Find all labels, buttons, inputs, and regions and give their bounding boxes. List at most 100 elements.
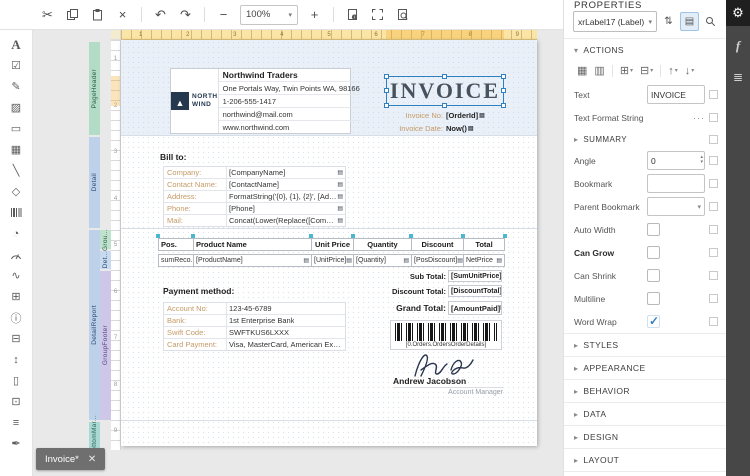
toolbox-sparkline-tool[interactable]: ∿ (3, 266, 29, 285)
multiline-checkbox[interactable] (647, 292, 660, 305)
categorized-view-button[interactable]: ▤ (680, 12, 699, 31)
property-marker-checkbox[interactable] (709, 271, 718, 280)
band-detail[interactable]: Detail (89, 137, 100, 228)
toolbox-pagebreak-tool[interactable]: ⊟ (3, 329, 29, 348)
report-explorer-button[interactable]: ≣ (726, 66, 750, 88)
copy-button[interactable] (61, 3, 84, 26)
toolbox-line-tool[interactable]: ╲ (3, 161, 29, 180)
delete-button[interactable]: × (111, 3, 134, 26)
toolbox-crossbandbox-tool[interactable]: ▯ (3, 371, 29, 390)
property-marker-checkbox[interactable] (709, 135, 718, 144)
search-properties-button[interactable] (701, 12, 720, 31)
resize-handle[interactable] (384, 88, 389, 93)
field-row[interactable]: Card Payment:Visa, MasterCard, American … (164, 339, 345, 350)
items-detail-row[interactable]: sumReco...▤ [ProductName]▤ [UnitPrice]▤ … (158, 254, 505, 267)
invoice-number-row[interactable]: Invoice No: [OrderId]▤ (383, 110, 503, 121)
sort-properties-button[interactable]: ⇅ (659, 12, 678, 31)
section-navigation[interactable]: ▸NAVIGATION (564, 471, 726, 476)
resize-handle[interactable] (501, 103, 506, 108)
invoice-title-label-selected[interactable]: INVOICE (386, 76, 504, 106)
toolbox-richtext-tool[interactable]: ✎ (3, 77, 29, 96)
toolbox-picturebox-tool[interactable]: ▨ (3, 98, 29, 117)
bill-to-table[interactable]: Company:[CompanyName]▤ Contact Name:[Con… (163, 166, 346, 227)
invoice-date-row[interactable]: Invoice Date: Now()▤ (383, 123, 503, 134)
align-horizontal-button[interactable]: ⊞▾ (617, 63, 636, 78)
field-row[interactable]: Contact Name:[ContactName]▤ (164, 179, 345, 191)
zoom-out-button[interactable]: − (212, 3, 235, 26)
column-handle[interactable] (191, 234, 195, 238)
section-data[interactable]: ▸DATA (564, 402, 726, 425)
fullscreen-button[interactable] (366, 3, 389, 26)
toolbox-signature-tool[interactable]: ✒ (3, 434, 29, 453)
discount-total-row[interactable]: Discount Total: [DiscountTotal]▤ (388, 285, 502, 297)
toolbox-pivotgrid-tool[interactable]: ⊞ (3, 287, 29, 306)
cut-button[interactable]: ✂ (36, 3, 59, 26)
toolbox-checkbox-tool[interactable]: ☑ (3, 56, 29, 75)
band-page-header[interactable]: PageHeader (89, 42, 100, 135)
resize-handle[interactable] (384, 74, 389, 79)
field-row[interactable]: Phone:[Phone]▤ (164, 203, 345, 215)
resize-handle[interactable] (384, 103, 389, 108)
grand-total-row[interactable]: Grand Total: [AmountPaid]▤ (388, 301, 502, 315)
paste-button[interactable] (86, 3, 109, 26)
toolbox-barcode-tool[interactable] (3, 203, 29, 222)
band-group-footer[interactable]: GroupFooter (100, 271, 111, 420)
signature-block[interactable]: Andrew Jacobson Account Manager (393, 348, 503, 396)
column-handle[interactable] (409, 234, 413, 238)
selected-control-dropdown[interactable]: xrLabel17 (Label) ▾ (573, 11, 657, 32)
company-logo[interactable]: ▲ NORTH WIND (171, 69, 219, 133)
section-design[interactable]: ▸DESIGN (564, 425, 726, 448)
angle-input[interactable] (647, 151, 705, 170)
company-info-table[interactable]: ▲ NORTH WIND Northwind Traders One Porta… (170, 68, 351, 134)
column-handle[interactable] (156, 234, 160, 238)
company-address[interactable]: One Portals Way, Twin Points WA, 98166 (219, 82, 360, 95)
band-detail-report[interactable]: DetailReport (89, 230, 100, 420)
band-bottom-margin[interactable]: BottomMar... (89, 422, 100, 448)
toolbox-toc-tool[interactable]: ≡ (3, 413, 29, 432)
field-row[interactable]: Company:[CompanyName]▤ (164, 167, 345, 179)
items-table[interactable]: Pos. Product Name Unit Price Quantity Di… (158, 238, 505, 267)
bookmark-input[interactable] (647, 174, 705, 193)
resize-handle[interactable] (442, 103, 447, 108)
column-handle[interactable] (351, 234, 355, 238)
toolbox-subreport-tool[interactable]: ⊡ (3, 392, 29, 411)
payment-table[interactable]: Account No:123-45-6789 Bank:1st Enterpri… (163, 302, 346, 351)
align-vertical-button[interactable]: ⊟▾ (637, 63, 656, 78)
validation-button[interactable]: i (341, 3, 364, 26)
size-to-grid-button[interactable]: ▥ (591, 63, 607, 78)
property-marker-checkbox[interactable] (709, 248, 718, 257)
bill-to-title[interactable]: Bill to: (160, 152, 186, 162)
bring-to-front-button[interactable]: ↑▾ (665, 64, 681, 78)
spinner-down-icon[interactable]: ▾ (700, 160, 703, 165)
field-row[interactable]: Address:FormatString('{0}, {1}, {2}', [A… (164, 191, 345, 203)
can-shrink-checkbox[interactable] (647, 269, 660, 282)
undo-button[interactable]: ↶ (149, 3, 172, 26)
align-to-grid-button[interactable]: ▦ (574, 63, 590, 78)
section-styles[interactable]: ▸STYLES (564, 333, 726, 356)
column-handle[interactable] (461, 234, 465, 238)
property-marker-checkbox[interactable] (709, 113, 718, 122)
property-marker-checkbox[interactable] (709, 90, 718, 99)
auto-width-checkbox[interactable] (647, 223, 660, 236)
property-marker-checkbox[interactable] (709, 202, 718, 211)
redo-button[interactable]: ↷ (174, 3, 197, 26)
angle-spinner[interactable]: ▴▾ (700, 155, 703, 165)
toolbox-gauge-tool[interactable] (3, 245, 29, 264)
word-wrap-checkbox[interactable] (647, 315, 660, 328)
property-marker-checkbox[interactable] (709, 317, 718, 326)
section-behavior[interactable]: ▸BEHAVIOR (564, 379, 726, 402)
items-header-row[interactable]: Pos. Product Name Unit Price Quantity Di… (158, 238, 505, 251)
toolbox-crossbandline-tool[interactable]: ↕ (3, 350, 29, 369)
can-grow-checkbox[interactable] (647, 246, 660, 259)
section-actions[interactable]: ▾ ACTIONS (564, 38, 726, 61)
section-appearance[interactable]: ▸APPEARANCE (564, 356, 726, 379)
format-string-editor-button[interactable]: ··· (647, 113, 705, 123)
send-to-back-button[interactable]: ↓▾ (682, 64, 698, 78)
property-marker-checkbox[interactable] (709, 294, 718, 303)
property-marker-checkbox[interactable] (709, 156, 718, 165)
field-list-button[interactable]: f (726, 35, 750, 57)
settings-button[interactable]: ⚙ (726, 0, 750, 26)
company-phone[interactable]: 1-206-555-1417 (219, 95, 360, 108)
resize-handle[interactable] (501, 88, 506, 93)
toolbox-panel-tool[interactable]: ▭ (3, 119, 29, 138)
